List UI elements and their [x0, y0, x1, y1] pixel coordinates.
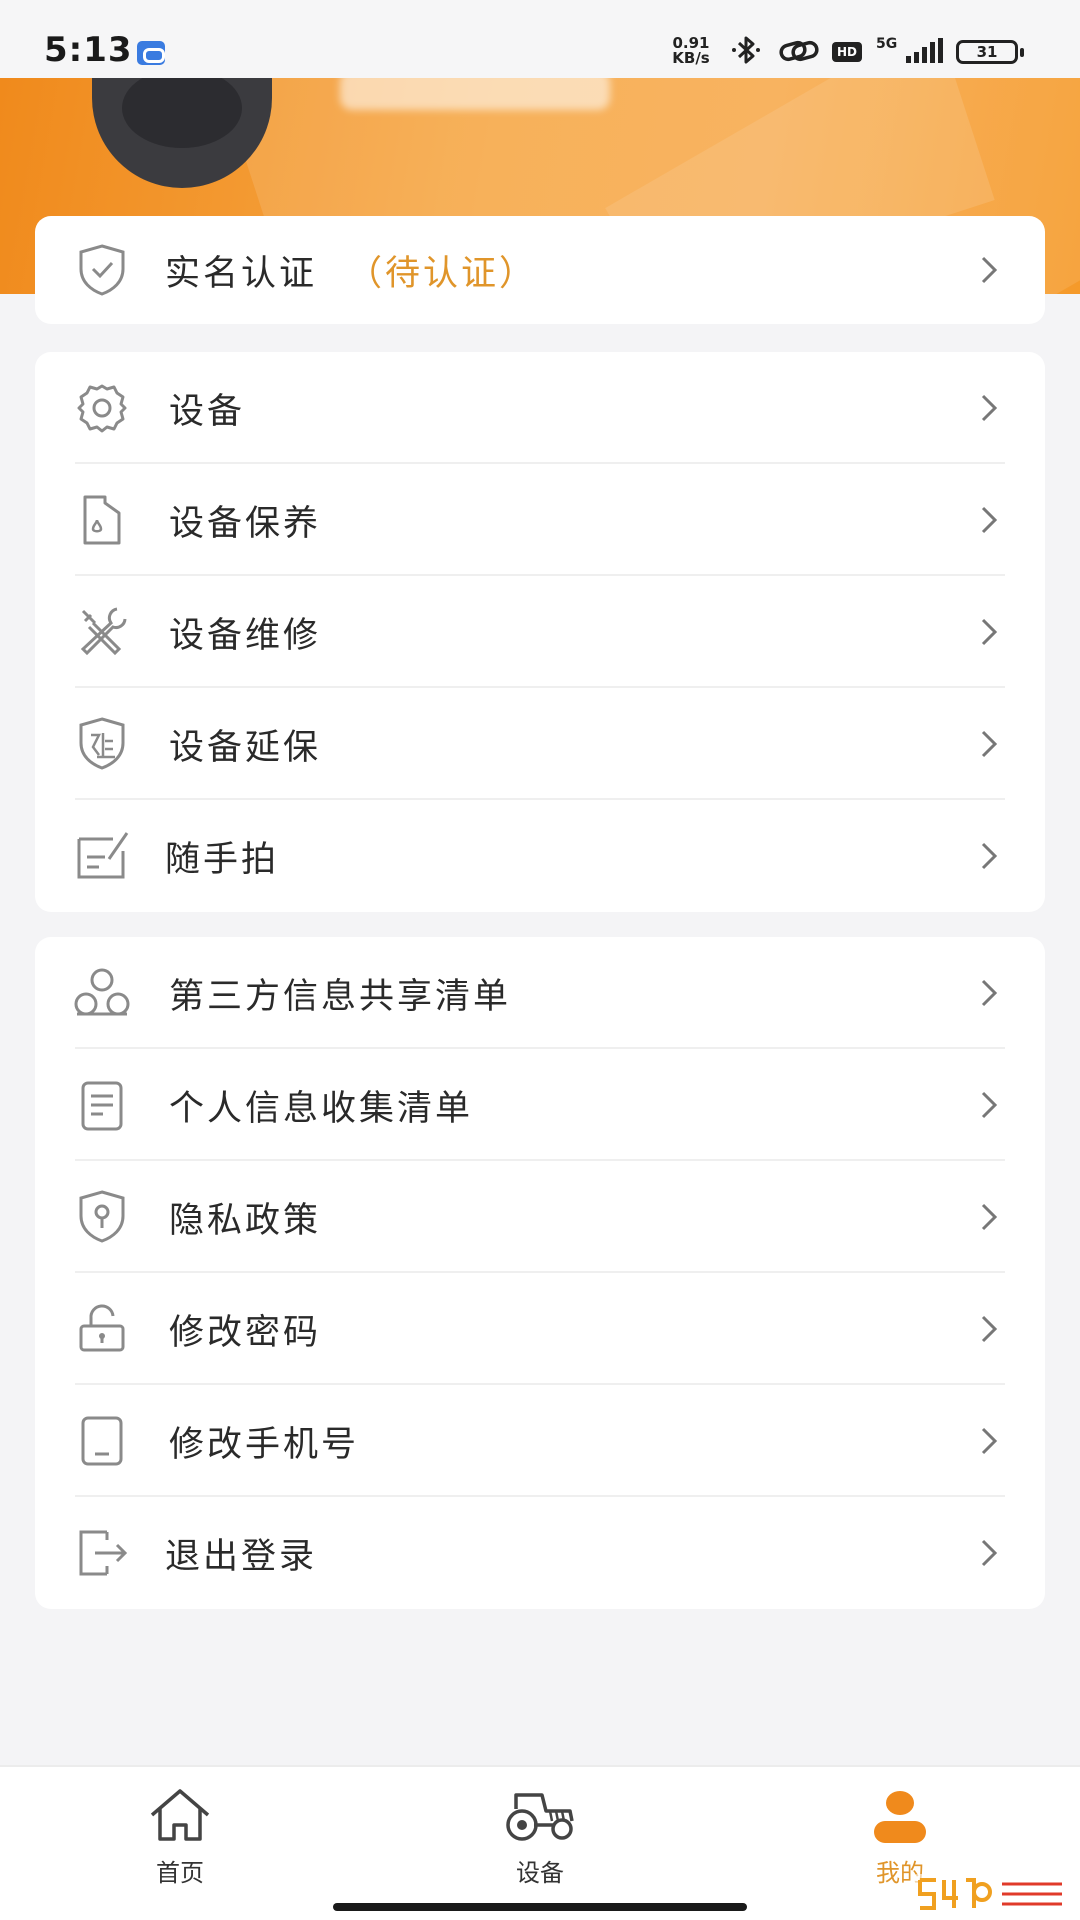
- menu-item-label: 修改手机号: [169, 1424, 360, 1465]
- menu-item-repair[interactable]: 设备维修: [35, 576, 1045, 688]
- menu-item-personal-info-collection[interactable]: 个人信息收集清单: [35, 1049, 1045, 1161]
- username-placeholder: [340, 78, 610, 110]
- tractor-icon: [506, 1793, 574, 1841]
- nav-device[interactable]: 设备: [450, 1781, 630, 1891]
- real-name-verify-label: 实名认证: [165, 253, 318, 294]
- real-name-verify-row[interactable]: 实名认证 （待认证）: [35, 216, 1045, 324]
- privacy-account-card: 第三方信息共享清单 个人信息收集清单 隐私政策 修改密码 修改手机号 退出登录: [35, 937, 1045, 1609]
- avatar[interactable]: [92, 78, 272, 188]
- watermark-logo-icon: [912, 1874, 1072, 1914]
- chevron-right-icon: [981, 1315, 998, 1343]
- menu-item-third-party-sharing[interactable]: 第三方信息共享清单: [35, 937, 1045, 1049]
- chevron-right-icon: [981, 979, 998, 1007]
- menu-item-label: 设备延保: [169, 727, 322, 768]
- battery-icon: 31: [956, 40, 1024, 64]
- privacy-shield-icon: [71, 1186, 133, 1248]
- menu-item-change-phone[interactable]: 修改手机号: [35, 1385, 1045, 1497]
- chevron-right-icon: [981, 506, 998, 534]
- hd-icon: HD: [832, 42, 862, 62]
- gear-icon: [71, 377, 133, 439]
- home-indicator: [333, 1903, 747, 1911]
- home-icon: [150, 1789, 210, 1841]
- verify-status-badge: （待认证）: [347, 253, 538, 294]
- tools-icon: [71, 601, 133, 663]
- chevron-right-icon: [981, 1203, 998, 1231]
- link-icon: [779, 40, 819, 62]
- chevron-right-icon: [981, 618, 998, 646]
- menu-item-label: 个人信息收集清单: [169, 1088, 474, 1129]
- menu-item-label: 设备: [169, 391, 246, 432]
- menu-item-label: 随手拍: [165, 839, 280, 880]
- share-nodes-icon: [71, 962, 133, 1024]
- menu-item-device[interactable]: 设备: [35, 352, 1045, 464]
- profile-page: 5:13 0.91 KB/s HD 5G 31 实名认证 （待认证） 设备 设备…: [0, 0, 1080, 1920]
- menu-item-extended-warranty[interactable]: 设备延保: [35, 688, 1045, 800]
- menu-item-logout[interactable]: 退出登录: [35, 1497, 1045, 1609]
- menu-item-label: 退出登录: [165, 1536, 318, 1577]
- chevron-right-icon: [981, 1539, 998, 1567]
- chevron-right-icon: [981, 1427, 998, 1455]
- logout-icon: [71, 1522, 133, 1584]
- lock-icon: [71, 1298, 133, 1360]
- chevron-right-icon: [981, 1091, 998, 1119]
- oil-can-icon: [71, 489, 133, 551]
- signal-icon: [906, 38, 943, 63]
- document-list-icon: [71, 1074, 133, 1136]
- network-speed-unit: KB/s: [672, 49, 710, 67]
- nav-label: 设备: [516, 1859, 564, 1887]
- app-notification-icon: [137, 41, 165, 65]
- nav-label: 首页: [156, 1859, 204, 1887]
- menu-item-label: 第三方信息共享清单: [169, 976, 512, 1017]
- note-edit-icon: [71, 825, 133, 887]
- device-menu-card: 设备 设备保养 设备维修 设备延保 随手拍: [35, 352, 1045, 912]
- menu-item-label: 修改密码: [169, 1312, 322, 1353]
- network-type: 5G: [876, 36, 898, 52]
- shield-check-icon: [71, 239, 133, 301]
- network-speed: 0.91 KB/s: [667, 36, 715, 66]
- extended-warranty-icon: [71, 713, 133, 775]
- menu-item-maintenance[interactable]: 设备保养: [35, 464, 1045, 576]
- real-name-verify-text: 实名认证 （待认证）: [165, 245, 537, 296]
- chevron-right-icon: [981, 256, 998, 284]
- status-time: 5:13: [44, 30, 133, 70]
- menu-item-privacy-policy[interactable]: 隐私政策: [35, 1161, 1045, 1273]
- user-icon: [874, 1791, 926, 1843]
- chevron-right-icon: [981, 730, 998, 758]
- menu-item-change-password[interactable]: 修改密码: [35, 1273, 1045, 1385]
- menu-item-snapshot[interactable]: 随手拍: [35, 800, 1045, 912]
- nav-home[interactable]: 首页: [90, 1781, 270, 1891]
- bluetooth-icon: [732, 36, 760, 64]
- menu-item-label: 设备保养: [169, 503, 322, 544]
- menu-item-label: 隐私政策: [169, 1200, 322, 1241]
- phone-icon: [71, 1410, 133, 1472]
- chevron-right-icon: [981, 394, 998, 422]
- menu-item-label: 设备维修: [169, 615, 322, 656]
- real-name-verify-card: 实名认证 （待认证）: [35, 216, 1045, 324]
- chevron-right-icon: [981, 842, 998, 870]
- status-bar: 5:13 0.91 KB/s HD 5G 31: [0, 0, 1080, 78]
